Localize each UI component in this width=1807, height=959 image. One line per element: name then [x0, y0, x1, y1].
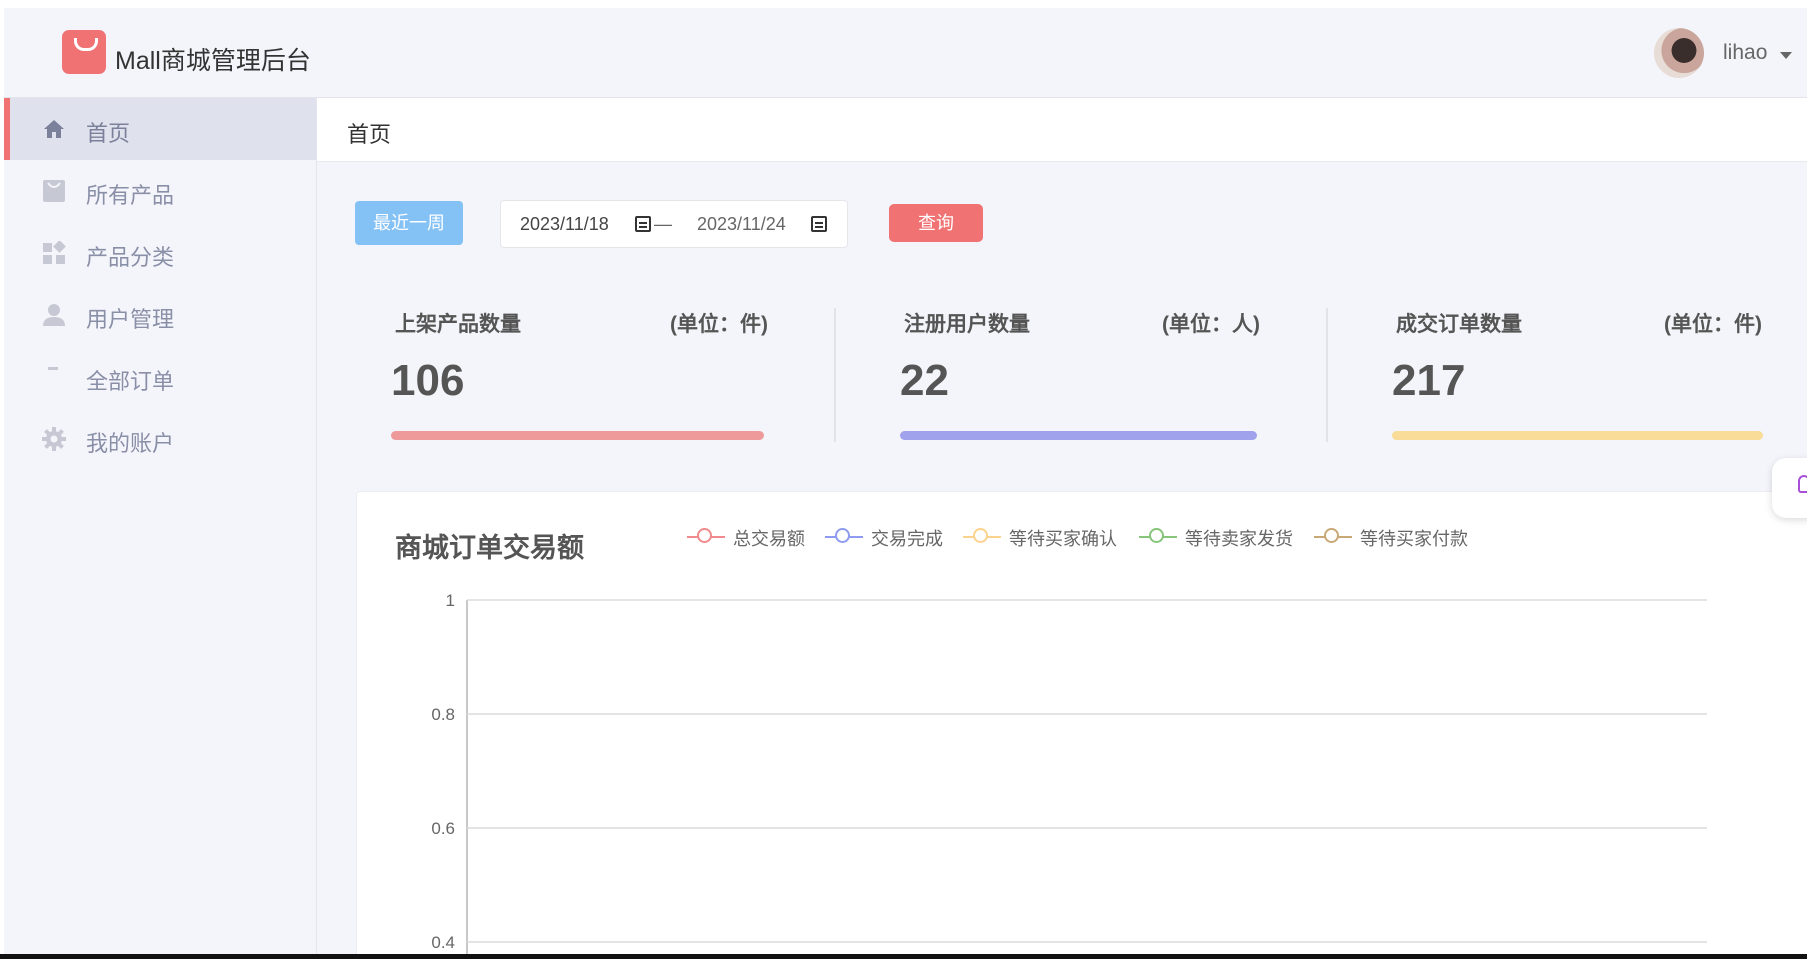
- order-icon: [48, 367, 58, 370]
- stat-progress-bar: [900, 431, 1257, 440]
- category-icon: [43, 241, 66, 264]
- floating-helper-tab[interactable]: [1772, 458, 1807, 518]
- chevron-down-icon[interactable]: [1780, 52, 1792, 59]
- sidebar-item-product-category[interactable]: 产品分类: [4, 222, 316, 284]
- chart-title: 商城订单交易额: [395, 533, 584, 563]
- lightbulb-icon: [1798, 475, 1807, 493]
- sidebar-item-label: 全部订单: [86, 369, 175, 394]
- calendar-icon[interactable]: [811, 216, 827, 232]
- sidebar-item-my-account[interactable]: 我的账户: [4, 408, 316, 470]
- legend-label: 等待买家确认: [1009, 529, 1117, 549]
- stat-card-users: 注册用户数量 (单位：人) 22: [900, 308, 1260, 444]
- sidebar-item-all-products[interactable]: 所有产品: [4, 160, 316, 222]
- stat-value: 106: [391, 356, 465, 405]
- line-chart-plot: 1 0.8 0.6 0.4: [431, 591, 1707, 956]
- legend-marker: [1324, 528, 1339, 543]
- y-tick-label: 1: [446, 591, 455, 610]
- y-tick-label: 0.6: [431, 819, 455, 838]
- stat-unit: (单位：人): [1162, 313, 1260, 336]
- stat-value: 22: [900, 356, 949, 405]
- top-header: Mall商城管理后台 lihao: [4, 8, 1807, 98]
- avatar[interactable]: [1654, 28, 1704, 78]
- stat-value: 217: [1392, 356, 1466, 405]
- sidebar-item-label: 产品分类: [86, 245, 175, 270]
- stat-progress-bar: [391, 431, 764, 440]
- date-range-picker[interactable]: 2023/11/18 — 2023/11/24: [500, 200, 848, 248]
- calendar-icon[interactable]: [635, 216, 651, 232]
- legend-label: 等待买家付款: [1360, 529, 1468, 549]
- legend-label: 总交易额: [733, 529, 805, 549]
- bag-icon: [43, 180, 65, 202]
- main-content: 最近一周 2023/11/18 — 2023/11/24 查询 上架产品数量 (…: [317, 162, 1807, 956]
- sidebar-item-label: 所有产品: [86, 183, 175, 208]
- stat-card-orders: 成交订单数量 (单位：件) 217: [1392, 308, 1763, 444]
- end-date-input[interactable]: 2023/11/24: [697, 214, 786, 235]
- sidebar-item-label: 首页: [86, 121, 131, 146]
- home-icon: [44, 120, 64, 138]
- recent-week-button[interactable]: 最近一周: [355, 201, 463, 245]
- bottom-edge: [0, 954, 1807, 959]
- stat-card-products: 上架产品数量 (单位：件) 106: [391, 308, 768, 444]
- username[interactable]: lihao: [1723, 41, 1767, 65]
- sidebar: 首页 所有产品 产品分类 用户管理 全部订单 我的账户: [4, 98, 317, 956]
- sidebar-item-all-orders[interactable]: 全部订单: [4, 346, 316, 408]
- legend-marker: [697, 528, 712, 543]
- divider: [834, 308, 836, 442]
- page-title-bar: 首页: [317, 98, 1807, 162]
- date-separator: —: [654, 214, 672, 234]
- shopping-bag-logo-icon: [62, 30, 106, 74]
- sidebar-item-label: 用户管理: [86, 307, 175, 332]
- query-button[interactable]: 查询: [889, 204, 983, 242]
- app-title: Mall商城管理后台: [115, 47, 311, 75]
- start-date-input[interactable]: 2023/11/18: [520, 214, 609, 235]
- sidebar-item-label: 我的账户: [86, 431, 175, 456]
- stat-progress-bar: [1392, 431, 1763, 440]
- stat-unit: (单位：件): [670, 313, 768, 336]
- y-tick-label: 0.4: [431, 933, 455, 952]
- stat-label: 成交订单数量: [1396, 313, 1522, 336]
- stat-label: 注册用户数量: [904, 313, 1030, 336]
- sidebar-item-home[interactable]: 首页: [4, 98, 316, 160]
- legend-label: 交易完成: [871, 529, 943, 549]
- gear-icon: [42, 427, 66, 451]
- stat-label: 上架产品数量: [395, 313, 521, 336]
- order-amount-chart-card: 商城订单交易额 总交易额 交易完成 等待买家确认 等待卖家发货 等待买家付款 1…: [356, 491, 1807, 956]
- legend-marker: [835, 528, 850, 543]
- legend-marker: [1149, 528, 1164, 543]
- legend-marker: [973, 528, 988, 543]
- sidebar-item-user-management[interactable]: 用户管理: [4, 284, 316, 346]
- stat-unit: (单位：件): [1664, 313, 1762, 336]
- user-icon: [43, 304, 65, 326]
- y-tick-label: 0.8: [431, 705, 455, 724]
- divider: [1326, 308, 1328, 442]
- app-window: Mall商城管理后台 lihao 首页 所有产品 产品分类 用户管理 全部订单 …: [4, 8, 1807, 956]
- legend-label: 等待卖家发货: [1185, 529, 1293, 549]
- page-title: 首页: [347, 122, 392, 147]
